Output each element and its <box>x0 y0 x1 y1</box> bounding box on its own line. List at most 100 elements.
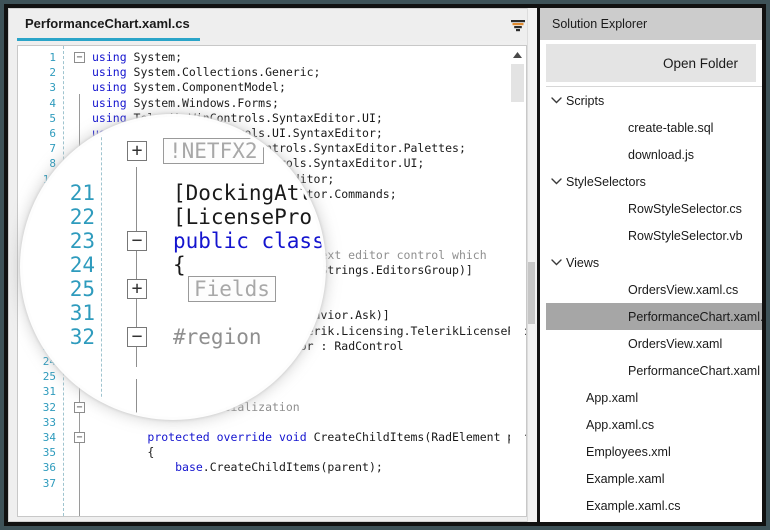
tree-item-styleselectors[interactable]: StyleSelectors <box>546 168 762 195</box>
fold-toggle[interactable]: − <box>74 432 85 443</box>
chevron-down-icon[interactable] <box>546 95 566 107</box>
tree-item-performancechart-xaml[interactable]: PerformanceChart.xaml <box>546 357 762 384</box>
tree-item-app-xaml-cs[interactable]: App.xaml.cs <box>546 411 762 438</box>
fold-toggle[interactable]: − <box>74 52 85 63</box>
tree-item-performancechart-xaml-cs[interactable]: PerformanceChart.xaml.cs <box>546 303 762 330</box>
code-line: using System; <box>92 50 182 65</box>
code-token: System.ComponentModel; <box>133 80 286 95</box>
magnified-fold-guide <box>136 379 137 417</box>
tree-item-create-table-sql[interactable]: create-table.sql <box>546 114 762 141</box>
magnified-collapsed-region-netfx2[interactable]: !NETFX2 <box>163 138 264 164</box>
magnified-fold-toggle[interactable]: − <box>127 327 147 347</box>
line-number: 37 <box>42 476 56 490</box>
magnified-fold-toggle[interactable]: − <box>127 231 147 251</box>
code-token: using <box>92 80 134 95</box>
tree-item-example-xaml-cs[interactable]: Example.xaml.cs <box>546 492 762 518</box>
tree-item-label: download.js <box>628 147 695 162</box>
filter-dropdown-icon[interactable] <box>509 18 527 34</box>
tree-item-label: Scripts <box>566 93 605 108</box>
code-editor-pane: PerformanceChart.xaml.cs 1− using System;… <box>8 8 536 522</box>
tree-item-ordersview-xaml-cs[interactable]: OrdersView.xaml.cs <box>546 276 762 303</box>
line-number: 35 <box>42 446 56 460</box>
code-token: System.Windows.Forms; <box>133 95 279 110</box>
code-token: .CreateChildItems(parent); <box>202 460 383 475</box>
tree-item-app-xaml[interactable]: App.xaml <box>546 384 762 411</box>
tree-item-label: Employees.xml <box>586 444 671 459</box>
magnified-collapsed-region-fields[interactable]: Fields <box>188 276 276 302</box>
tab-label: PerformanceChart.xaml.cs <box>25 16 190 31</box>
tree-item-employees-xml[interactable]: Employees.xml <box>546 438 762 465</box>
code-line: { <box>92 445 154 460</box>
tree-item-scripts[interactable]: Scripts <box>546 87 762 114</box>
magnified-code-line: [LicenseProvider( <box>173 205 323 229</box>
line-number: 1 <box>49 51 56 64</box>
tree-item-rowstyleselector-vb[interactable]: RowStyleSelector.vb <box>546 222 762 249</box>
magnified-line-number: 25 <box>69 277 95 301</box>
magnified-fold-toggle[interactable]: + <box>127 279 147 299</box>
magnified-line-number: 32 <box>69 325 95 349</box>
tree-item-label: PerformanceChart.xaml.cs <box>628 309 762 324</box>
tree-item-label: RowStyleSelector.cs <box>628 201 742 216</box>
tree-item-example-xaml[interactable]: Example.xaml <box>546 465 762 492</box>
editor-vertical-scrollbar[interactable] <box>510 47 525 515</box>
chevron-down-icon[interactable] <box>546 176 566 188</box>
tree-item-label: Example.xaml.cs <box>586 498 681 513</box>
tree-item-label: create-table.sql <box>628 120 714 135</box>
solution-explorer-title: Solution Explorer <box>540 8 762 40</box>
chevron-down-icon[interactable] <box>546 257 566 269</box>
magnified-code-line: { <box>173 253 186 277</box>
solution-explorer-title-label: Solution Explorer <box>552 17 648 31</box>
magnified-line-number: 22 <box>69 205 95 229</box>
code-token: using <box>92 50 134 64</box>
line-number: 33 <box>42 415 56 429</box>
tree-item-label: Views <box>566 255 600 270</box>
magnified-line-number: 31 <box>69 301 95 325</box>
code-token: System.Collections.Generic; <box>133 65 321 80</box>
scroll-up-arrow-icon[interactable] <box>510 47 525 62</box>
tree-item-label: Example.xaml <box>586 471 665 486</box>
line-number: 36 <box>42 461 56 475</box>
code-line: protected override void CreateChildItems… <box>92 430 526 445</box>
scrollbar-thumb[interactable] <box>511 64 524 102</box>
magnified-fold-toggle[interactable]: + <box>127 141 147 161</box>
magnified-code-line: #region <box>173 325 262 349</box>
code-token: { <box>92 445 155 460</box>
code-token: protected override void <box>147 430 314 444</box>
tree-item-label: App.xaml <box>586 390 639 405</box>
magnified-line-number: 21 <box>69 181 95 205</box>
open-folder-label: Open Folder <box>662 55 738 71</box>
magnified-code-line: public class <box>173 229 323 253</box>
code-token: CreateChildItems(RadElement parent) <box>313 430 526 444</box>
line-number: 2 <box>49 66 56 80</box>
open-folder-button[interactable]: Open Folder <box>546 44 756 82</box>
magnified-code-token: public class <box>173 229 323 253</box>
tree-item-label: OrdersView.xaml.cs <box>628 282 739 297</box>
editor-tabstrip: PerformanceChart.xaml.cs <box>9 9 535 41</box>
magnifier-lens: + !NETFX2 21 [DockingAttribute(22 [LicensePr… <box>23 117 323 417</box>
solution-explorer-tree: Scripts create-table.sql download.js StyleS… <box>546 86 762 518</box>
magnifier-content: + !NETFX2 21 [DockingAttribute(22 [LicensePr… <box>23 117 323 417</box>
code-line: base.CreateChildItems(parent); <box>92 460 383 475</box>
magnified-line-number: 23 <box>69 229 95 253</box>
code-token: System; <box>133 50 183 64</box>
pane-splitter-thumb[interactable] <box>528 262 535 324</box>
tree-item-ordersview-xaml[interactable]: OrdersView.xaml <box>546 330 762 357</box>
tree-item-rowstyleselector-cs[interactable]: RowStyleSelector.cs <box>546 195 762 222</box>
tab-performancechart[interactable]: PerformanceChart.xaml.cs <box>17 9 200 41</box>
solution-explorer-pane: Solution Explorer Open Folder Scripts cre… <box>540 8 762 522</box>
tree-item-label: StyleSelectors <box>566 174 646 189</box>
line-number: 3 <box>49 81 56 95</box>
code-line: using System.Windows.Forms; <box>92 96 279 111</box>
tree-item-label: PerformanceChart.xaml <box>628 363 760 378</box>
app-window: PerformanceChart.xaml.cs 1− using System;… <box>0 0 770 530</box>
magnified-gutter-separator <box>101 117 102 417</box>
code-line: using System.Collections.Generic; <box>92 65 320 80</box>
tree-item-views[interactable]: Views <box>546 249 762 276</box>
tree-item-label: RowStyleSelector.vb <box>628 228 743 243</box>
tree-item-download-js[interactable]: download.js <box>546 141 762 168</box>
code-line: using System.ComponentModel; <box>92 80 286 95</box>
magnified-line-number: 24 <box>69 253 95 277</box>
line-number: 34 <box>42 431 56 444</box>
code-token: using <box>92 65 134 80</box>
